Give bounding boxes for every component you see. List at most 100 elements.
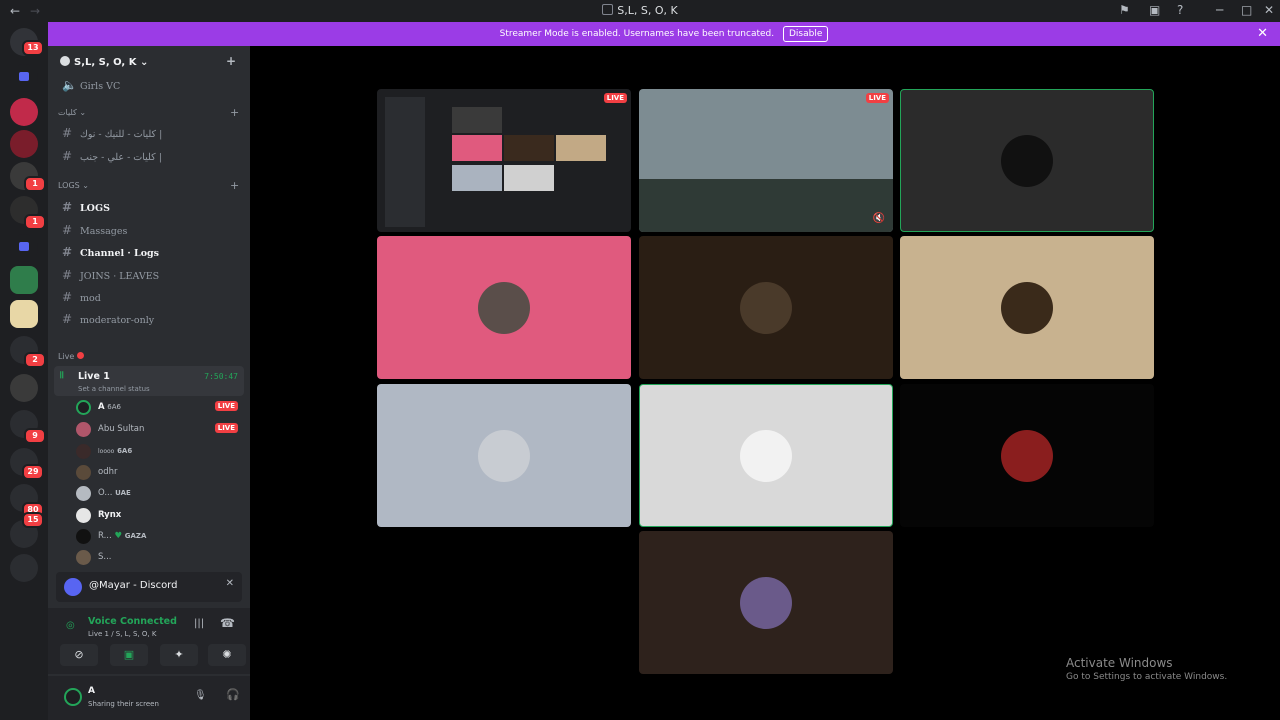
close-banner-icon[interactable]: ✕ [1257, 22, 1268, 46]
participant-tile[interactable] [639, 384, 893, 527]
user-status: Sharing their screen [88, 700, 159, 708]
camera-off-button[interactable]: ⊘ [60, 644, 98, 666]
avatar [1001, 429, 1053, 482]
chevron-down-icon: ⌄ [139, 57, 149, 68]
avatar [740, 281, 792, 334]
participant-tile[interactable] [900, 384, 1154, 527]
avatar [76, 508, 91, 523]
voice-user[interactable]: R... ♥ GAZA [76, 527, 240, 547]
category-header[interactable]: كليات ⌄ + [58, 106, 239, 119]
hash-icon: # [62, 126, 73, 140]
channel-massages[interactable]: # Massages [56, 219, 242, 239]
channel-girls-vc[interactable]: 🔈 Girls VC [56, 74, 242, 94]
signal-icon: ◎ [66, 620, 75, 631]
muted-icon[interactable]: 🔇 [873, 213, 885, 224]
voice-channel-link[interactable]: Live 1 / S, L, S, O, K [88, 630, 156, 638]
server-icon [60, 56, 70, 66]
voice-user[interactable]: A 6A6 LIVE [76, 398, 240, 418]
avatar [76, 550, 91, 565]
server-rail: 13 1 1 2 9 29 80 15 [0, 22, 48, 720]
add-channel-icon[interactable]: + [230, 106, 239, 119]
hash-icon: # [62, 149, 73, 163]
streamer-mode-banner: Streamer Mode is enabled. Usernames have… [48, 22, 1280, 46]
channel-joins-leaves[interactable]: # JOINS · LEAVES [56, 264, 242, 284]
avatar [740, 429, 792, 482]
channel-mod[interactable]: # mod [56, 286, 242, 306]
server-folder-icon[interactable] [10, 374, 38, 402]
channel-item[interactable]: # كليات - علي - جنب | [56, 145, 242, 165]
discord-icon [64, 578, 82, 596]
channel-moderator-only[interactable]: # moderator-only [56, 308, 242, 328]
inbox-icon[interactable]: ⚑ [1119, 3, 1130, 17]
server-folder-icon[interactable] [10, 554, 38, 582]
server-name: S,L, S, O, K [74, 57, 137, 68]
soundboard-button[interactable]: ✺ [208, 644, 246, 666]
voice-user[interactable]: loooo 6A6 [76, 442, 240, 462]
channel-channel-logs[interactable]: # Channel · Logs [56, 241, 242, 261]
voice-user[interactable]: odhr [76, 463, 240, 483]
live-badge: LIVE [603, 93, 627, 103]
server-badge: 9 [24, 428, 46, 444]
avatar [740, 576, 792, 629]
hash-icon: # [62, 312, 73, 326]
voice-channel-live[interactable]: 𝄃𝄃 Live 1 7:50:47 Set a channel status [54, 366, 244, 396]
active-server-icon[interactable] [10, 266, 38, 294]
live-badge: LIVE [865, 93, 889, 103]
participant-tile[interactable] [377, 384, 631, 527]
voice-channel-name: Live 1 [78, 371, 110, 382]
avatar[interactable] [64, 688, 82, 706]
discord-promo[interactable]: @Mayar - Discord ✕ [56, 572, 242, 602]
headphones-icon[interactable]: 🎧 [226, 688, 240, 701]
stream-tile[interactable]: LIVE [377, 89, 631, 232]
channel-logs[interactable]: # LOGS [56, 196, 242, 216]
participant-tile[interactable] [639, 236, 893, 379]
hash-icon: # [62, 223, 73, 237]
server-icon-5[interactable] [10, 300, 38, 328]
participant-tile[interactable] [377, 236, 631, 379]
category-header[interactable]: Live [58, 352, 84, 361]
close-promo-icon[interactable]: ✕ [226, 578, 234, 589]
home-badge: 13 [22, 40, 44, 56]
minimize-icon[interactable]: ─ [1216, 3, 1223, 17]
screen-icon[interactable]: ▣ [1149, 3, 1160, 17]
folder-icon[interactable] [10, 64, 38, 92]
stream-preview [385, 97, 425, 227]
disconnect-icon[interactable]: ☎ [220, 616, 235, 630]
server-icon-2[interactable] [10, 130, 38, 158]
category-header[interactable]: LOGS ⌄ + [58, 179, 239, 192]
window-title: S,L, S, O, K [617, 4, 678, 17]
participant-tile[interactable] [900, 236, 1154, 379]
microphone-icon[interactable]: 🎙 [194, 690, 207, 701]
channel-item[interactable]: # كليات - للنيك - نوك | [56, 122, 242, 142]
server-icon-1[interactable] [10, 98, 38, 126]
folder-icon[interactable] [10, 234, 38, 262]
activate-windows-watermark: Activate Windows Go to Settings to activ… [1066, 656, 1228, 682]
server-badge: 1 [24, 214, 46, 230]
hash-icon: # [62, 200, 73, 214]
participant-tile[interactable] [639, 531, 893, 674]
help-icon[interactable]: ? [1177, 3, 1183, 17]
disable-button[interactable]: Disable [782, 26, 829, 42]
participant-tile[interactable] [900, 89, 1154, 232]
noise-suppression-icon[interactable]: ||| [194, 618, 204, 629]
activities-button[interactable]: ✦ [160, 644, 198, 666]
close-window-icon[interactable]: ✕ [1264, 3, 1274, 17]
voice-user[interactable]: O... UAE [76, 484, 240, 504]
channel-status[interactable]: Set a channel status [78, 385, 150, 393]
stream-tile[interactable]: LIVE 🔇 [639, 89, 893, 232]
avatar [76, 529, 91, 544]
voice-user[interactable]: Abu Sultan LIVE [76, 420, 240, 440]
voice-status[interactable]: Voice Connected [88, 616, 177, 627]
voice-user[interactable]: S... [76, 548, 240, 568]
add-channel-icon[interactable]: + [230, 179, 239, 192]
voice-connection-panel: ◎ Voice Connected Live 1 / S, L, S, O, K… [48, 608, 250, 674]
avatar [1001, 281, 1053, 334]
maximize-icon[interactable]: □ [1241, 3, 1252, 17]
speaker-icon: 🔈 [62, 78, 77, 92]
hash-icon: # [62, 245, 73, 259]
invite-icon[interactable]: + [226, 54, 236, 68]
server-badge: 29 [22, 464, 44, 480]
user-name: A [88, 686, 95, 696]
voice-user[interactable]: Rynx [76, 506, 240, 526]
screen-share-button[interactable]: ▣ [110, 644, 148, 666]
